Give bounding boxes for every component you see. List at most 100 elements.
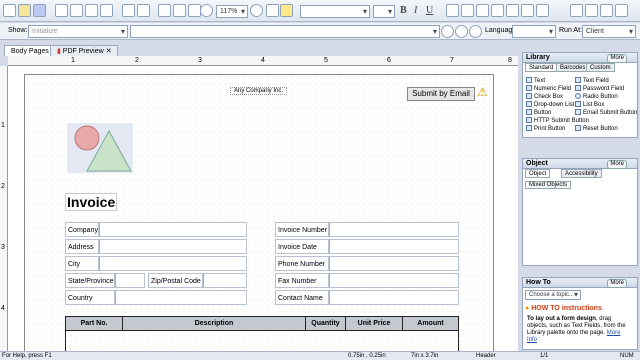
list-icon[interactable] <box>570 4 583 17</box>
library-item-label: Text <box>534 78 546 84</box>
phone-number-field[interactable] <box>329 256 459 271</box>
show-select[interactable]: Initialize <box>28 25 128 38</box>
cut-icon[interactable] <box>70 4 83 17</box>
library-panel: Library More Standard Barcodes Custom Tex… <box>522 52 638 138</box>
middle-align-icon[interactable] <box>521 4 534 17</box>
contact-name-field[interactable] <box>329 290 459 305</box>
library-item-numeric-field[interactable]: Numeric Field <box>526 85 571 93</box>
align-left-icon[interactable] <box>446 4 459 17</box>
tab-object[interactable]: Object <box>525 169 551 178</box>
country-field[interactable] <box>115 290 247 305</box>
print-icon[interactable] <box>55 4 68 17</box>
description-header: Description <box>123 317 306 331</box>
library-item-check-box[interactable]: Check Box <box>526 93 563 101</box>
fit-icon[interactable] <box>266 4 279 17</box>
align-center-icon[interactable] <box>461 4 474 17</box>
copy-icon[interactable] <box>85 4 98 17</box>
redo-icon[interactable] <box>137 4 150 17</box>
howto-more-button[interactable]: More <box>607 279 627 288</box>
radio-button-icon <box>575 93 581 99</box>
object-more-button[interactable]: More <box>607 160 627 169</box>
italic-icon[interactable]: I <box>414 5 417 16</box>
library-item-password-field[interactable]: Password Field <box>575 85 624 93</box>
object-header: Object More <box>523 159 637 169</box>
city-field[interactable] <box>99 256 247 271</box>
library-item-list-box[interactable]: List Box <box>575 101 604 109</box>
library-item-label: Button <box>534 110 552 116</box>
button-icon <box>526 109 532 115</box>
library-item-text[interactable]: Text <box>526 77 545 85</box>
submit-email-button[interactable]: Submit by Email <box>407 87 475 101</box>
tab-custom[interactable]: Custom <box>586 63 615 72</box>
ruler-tick: 5 <box>324 57 328 64</box>
zoom-in-icon[interactable] <box>250 4 263 17</box>
library-item-email-submit[interactable]: Email Submit Button <box>575 109 637 117</box>
justify-icon[interactable] <box>491 4 504 17</box>
font-size-select[interactable] <box>373 5 395 18</box>
library-item-print-button[interactable]: Print Button <box>526 125 565 133</box>
close-icon[interactable]: ✕ <box>104 48 112 55</box>
tab-standard[interactable]: Standard <box>525 63 558 72</box>
open-icon[interactable] <box>18 4 31 17</box>
paste-icon[interactable] <box>100 4 113 17</box>
library-item-drop-down[interactable]: Drop-down List <box>526 101 574 109</box>
object-panel: Object More Object Accessibility Mixed Ob… <box>522 158 638 266</box>
invoice-number-field[interactable] <box>329 222 459 237</box>
library-more-button[interactable]: More <box>607 54 627 63</box>
company-header[interactable]: Any Company Inc. <box>230 87 288 95</box>
check-script-icon[interactable] <box>441 25 454 38</box>
items-table[interactable]: Part No. Description Quantity Unit Price… <box>65 316 459 356</box>
library-item-button[interactable]: Button <box>526 109 551 117</box>
spacing-icon[interactable] <box>615 4 628 17</box>
bottom-align-icon[interactable] <box>536 4 549 17</box>
form-page[interactable]: Any Company Inc. Submit by Email ⚠ Invoi… <box>24 74 494 356</box>
font-select[interactable] <box>300 5 370 18</box>
indent-icon[interactable] <box>585 4 598 17</box>
stop-icon[interactable] <box>455 25 468 38</box>
part-no-header: Part No. <box>66 317 123 331</box>
invoice-title[interactable]: Invoice <box>65 193 118 211</box>
script-bar: Show: Initialize Language: Run At: Clien… <box>0 23 640 40</box>
save-icon[interactable] <box>33 4 46 17</box>
language-select[interactable] <box>512 25 556 38</box>
library-item-label: List Box <box>583 102 605 108</box>
tab-pdf-preview[interactable]: ▮ PDF Preview ✕ <box>50 45 119 56</box>
library-item-http-submit[interactable]: HTTP Submit Button <box>526 117 589 125</box>
help-icon[interactable] <box>280 4 293 17</box>
new-icon[interactable] <box>3 4 16 17</box>
zoom-out-icon[interactable] <box>200 4 213 17</box>
align-right-icon[interactable] <box>476 4 489 17</box>
run-at-select[interactable]: Client <box>582 25 636 38</box>
image-placeholder[interactable] <box>67 123 133 173</box>
add-icon[interactable] <box>469 25 482 38</box>
library-item-radio-button[interactable]: Radio Button <box>575 93 618 101</box>
undo-icon[interactable] <box>122 4 135 17</box>
tab-accessibility[interactable]: Accessibility <box>561 169 602 178</box>
layout-icon[interactable] <box>158 4 171 17</box>
library-title: Library <box>526 54 550 61</box>
state-field[interactable] <box>115 273 145 288</box>
zip-field[interactable] <box>203 273 247 288</box>
outdent-icon[interactable] <box>600 4 613 17</box>
object-title: Object <box>526 160 548 167</box>
library-item-label: Email Submit Button <box>583 110 638 116</box>
library-item-reset-button[interactable]: Reset Button <box>575 125 618 133</box>
invoice-date-field[interactable] <box>329 239 459 254</box>
tab-barcodes[interactable]: Barcodes <box>556 63 590 72</box>
company-field[interactable] <box>99 222 247 237</box>
page-icon[interactable] <box>173 4 186 17</box>
top-align-icon[interactable] <box>506 4 519 17</box>
underline-icon[interactable]: U <box>426 5 433 16</box>
library-item-text-field[interactable]: Text Field <box>575 77 609 85</box>
bold-icon[interactable]: B <box>400 5 407 16</box>
address-field[interactable] <box>99 239 247 254</box>
script-input[interactable] <box>130 25 440 38</box>
mixed-objects-tab[interactable]: Mixed Objects <box>525 181 572 189</box>
fax-number-field[interactable] <box>329 273 459 288</box>
library-item-label: Reset Button <box>583 126 618 132</box>
run-at-label: Run At: <box>559 27 582 34</box>
tab-body-pages[interactable]: Body Pages <box>4 45 56 56</box>
design-canvas[interactable]: Any Company Inc. Submit by Email ⚠ Invoi… <box>8 66 518 356</box>
topic-select[interactable]: Choose a topic... <box>525 290 581 300</box>
zoom-select[interactable]: 117% <box>216 5 248 18</box>
